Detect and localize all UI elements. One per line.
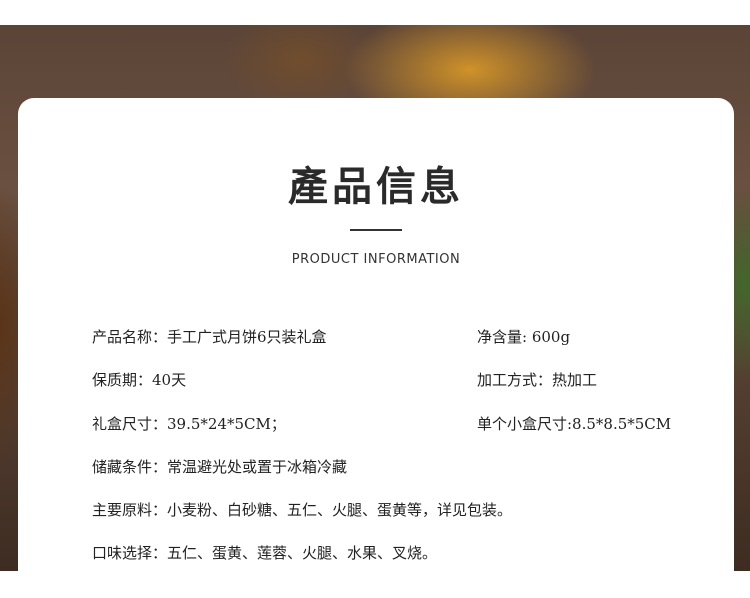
net-weight-text: 净含量: 600g [477, 328, 571, 346]
info-row-name-weight: 产品名称：手工广式月饼6只装礼盒 净含量: 600g [92, 326, 712, 350]
info-row-storage: 储藏条件：常温避光处或置于冰箱冷藏 [92, 456, 712, 480]
processing-method-text: 加工方式：热加工 [477, 371, 598, 389]
product-info-card: 產品信息 PRODUCT INFORMATION 产品名称：手工广式月饼6只装礼… [18, 98, 734, 598]
shelf-life-text: 保质期：40天 [92, 371, 187, 389]
flavor-options-text: 口味选择：五仁、蛋黄、莲蓉、火腿、水果、叉烧。 [92, 544, 438, 562]
info-row-ingredients: 主要原料：小麦粉、白砂糖、五仁、火腿、蛋黄等，详见包装。 [92, 499, 712, 523]
storage-conditions-text: 储藏条件：常温避光处或置于冰箱冷藏 [92, 458, 348, 476]
info-row-flavors: 口味选择：五仁、蛋黄、莲蓉、火腿、水果、叉烧。 [92, 542, 712, 566]
info-row-box-size: 礼盒尺寸：39.5*24*5CM； 单个小盒尺寸:8.5*8.5*5CM [92, 413, 712, 437]
page-subtitle: PRODUCT INFORMATION [291, 252, 461, 267]
small-box-size-text: 单个小盒尺寸:8.5*8.5*5CM [477, 415, 672, 433]
product-name-text: 产品名称：手工广式月饼6只装礼盒 [92, 328, 327, 346]
info-row-shelf-life-processing: 保质期：40天 加工方式：热加工 [92, 369, 712, 393]
ingredients-text: 主要原料：小麦粉、白砂糖、五仁、火腿、蛋黄等，详见包装。 [92, 501, 513, 519]
title-divider [350, 229, 402, 231]
gift-box-size-text: 礼盒尺寸：39.5*24*5CM； [92, 415, 286, 433]
page-title: 產品信息 [288, 163, 464, 210]
